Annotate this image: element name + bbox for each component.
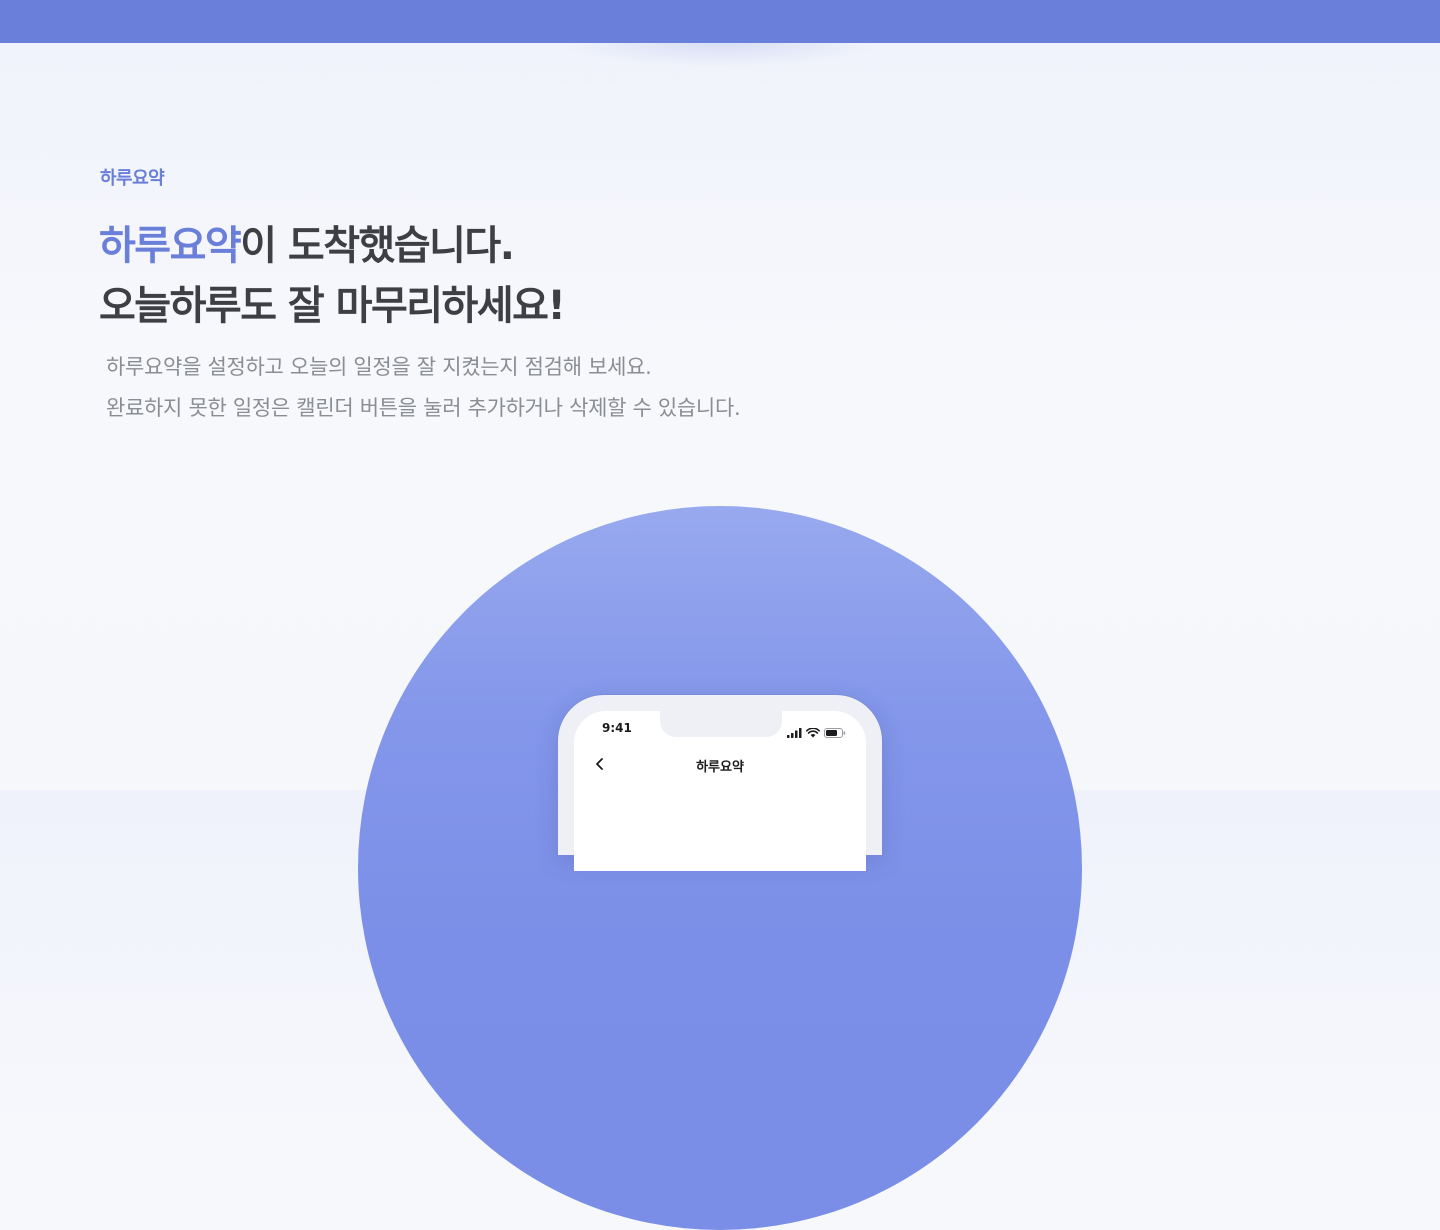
headline-line-1: 하루요약이 도착했습니다. [99,216,564,276]
hero-headline: 하루요약이 도착했습니다. 오늘하루도 잘 마무리하세요! [99,216,566,336]
status-bar-time: 9:41 [602,721,632,735]
headline-line-1-rest: 이 도착했습니다. [240,223,515,269]
status-bar-icons [787,723,846,742]
section-eyebrow: 하루요약 [100,168,165,189]
phone-notch [660,711,782,737]
phone-mockup: 9:41 하루요약 [558,695,882,871]
headline-line-2: 오늘하루도 잘 마무리하세요! [99,283,566,329]
description-line-1: 하루요약을 설정하고 오늘의 일정을 잘 지켰는지 점검해 보세요. [106,355,652,379]
description-line-2: 완료하지 못한 일정은 캘린더 버튼을 눌러 추가하거나 삭제할 수 있습니다. [106,396,741,420]
headline-accent: 하루요약 [99,223,242,269]
top-header-bar [0,0,1440,43]
screen-title: 하루요약 [696,760,744,775]
battery-icon [824,723,846,742]
phone-screen: 9:41 하루요약 [574,711,866,871]
chevron-left-icon[interactable] [592,756,608,772]
header-shadow [560,43,880,67]
wifi-icon [806,723,820,742]
hero-description: 하루요약을 설정하고 오늘의 일정을 잘 지켰는지 점검해 보세요. 완료하지 … [106,347,741,429]
signal-icon [787,723,802,742]
